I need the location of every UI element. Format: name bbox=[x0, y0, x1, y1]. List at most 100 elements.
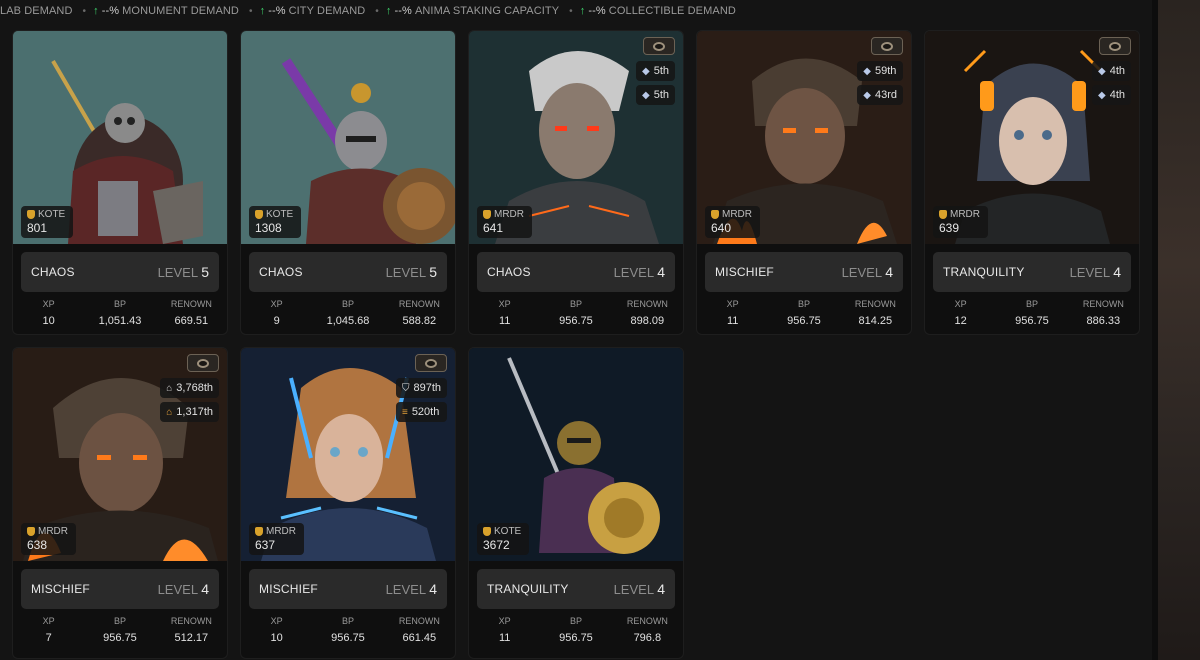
character-portrait: ◆ 4th ◆ 4th MRDR 639 bbox=[925, 31, 1139, 244]
arrow-up-icon: ↑ bbox=[93, 5, 99, 17]
demand-lab: LAB DEMAND bbox=[0, 5, 73, 17]
bp-header: BP bbox=[341, 616, 354, 626]
rank-badge: ⛉ 897th bbox=[395, 378, 447, 398]
token-id: 3672 bbox=[483, 538, 510, 552]
level-indicator: LEVEL 4 bbox=[158, 581, 209, 597]
character-card[interactable]: ◆ 4th ◆ 4th MRDR 639 TRANQUILITY LEVEL 4 X… bbox=[924, 30, 1140, 335]
rank-list: ⌂ 3,768th ⌂ 1,317th bbox=[160, 378, 219, 422]
stats-row: XP 11 BP 956.75 RENOWN 796.8 bbox=[469, 616, 683, 644]
level-word: LEVEL bbox=[157, 582, 198, 597]
gem-icon: ◆ bbox=[863, 89, 871, 101]
renown-header: RENOWN bbox=[1082, 299, 1124, 309]
level-number: 4 bbox=[1113, 264, 1121, 280]
stats-row: XP 9 BP 1,045.68 RENOWN 588.82 bbox=[241, 299, 455, 327]
bp-header: BP bbox=[341, 299, 354, 309]
faction-name: MISCHIEF bbox=[259, 582, 318, 596]
token-badge: MRDR 638 bbox=[21, 523, 76, 555]
bp-value: 956.75 bbox=[559, 315, 593, 327]
separator-dot: • bbox=[248, 5, 253, 17]
renown-value: 512.17 bbox=[174, 632, 209, 644]
token-id: 638 bbox=[27, 538, 48, 552]
token-id: 1308 bbox=[255, 221, 282, 235]
shield-icon bbox=[711, 210, 719, 219]
renown-value: 886.33 bbox=[1086, 315, 1121, 327]
renown-header: RENOWN bbox=[398, 616, 440, 626]
rank-text: 4th bbox=[1109, 89, 1125, 101]
bp-value: 956.75 bbox=[331, 632, 365, 644]
character-portrait: KOTE 801 bbox=[13, 31, 227, 244]
rank-list: ◆ 4th ◆ 4th bbox=[1092, 61, 1131, 105]
demand-label: COLLECTIBLE DEMAND bbox=[608, 5, 736, 17]
gem-icon: ◆ bbox=[1098, 65, 1106, 77]
level-bar: MISCHIEF LEVEL 4 bbox=[705, 252, 903, 292]
level-number: 4 bbox=[429, 581, 437, 597]
xp-header: XP bbox=[270, 616, 283, 626]
character-grid: KOTE 801 CHAOS LEVEL 5 XP 10 BP 1,051.43 R… bbox=[12, 30, 1140, 659]
stats-row: XP 12 BP 956.75 RENOWN 886.33 bbox=[925, 299, 1139, 327]
bp-value: 956.75 bbox=[1015, 315, 1049, 327]
demand-city: • ↑ --% CITY DEMAND bbox=[249, 5, 365, 17]
camera-icon[interactable] bbox=[871, 37, 903, 55]
token-id: 640 bbox=[711, 221, 732, 235]
faction-name: MISCHIEF bbox=[31, 582, 90, 596]
gem-icon: ◆ bbox=[863, 65, 871, 77]
level-word: LEVEL bbox=[1069, 265, 1110, 280]
character-card[interactable]: ◆ 59th ◆ 43rd MRDR 640 MISCHIEF LEVEL 4 XP… bbox=[696, 30, 912, 335]
demand-label: LAB DEMAND bbox=[0, 5, 73, 17]
character-card[interactable]: ⛉ 897th ≡ 520th MRDR 637 MISCHIEF LEVEL 4 … bbox=[240, 347, 456, 659]
gem-icon: ◆ bbox=[642, 89, 650, 101]
character-card[interactable]: KOTE 801 CHAOS LEVEL 5 XP 10 BP 1,051.43 R… bbox=[12, 30, 228, 335]
camera-icon[interactable] bbox=[415, 354, 447, 372]
character-card[interactable]: ⌂ 3,768th ⌂ 1,317th MRDR 638 MISCHIEF LEVE… bbox=[12, 347, 228, 659]
character-card[interactable]: ◆ 5th ◆ 5th MRDR 641 CHAOS LEVEL 4 XP 11 BP… bbox=[468, 30, 684, 335]
rank-text: 43rd bbox=[874, 89, 897, 101]
character-card[interactable]: KOTE 3672 TRANQUILITY LEVEL 4 XP 11 BP 956… bbox=[468, 347, 684, 659]
bp-value: 956.75 bbox=[103, 632, 137, 644]
renown-value: 796.8 bbox=[633, 632, 662, 644]
arrow-up-icon: ↑ bbox=[579, 5, 586, 17]
demand-label: ANIMA STAKING CAPACITY bbox=[414, 5, 560, 17]
rank-text: 520th bbox=[411, 406, 440, 418]
demand-value: --% bbox=[394, 5, 412, 17]
camera-icon[interactable] bbox=[643, 37, 675, 55]
rank-text: 59th bbox=[874, 65, 897, 77]
level-bar: CHAOS LEVEL 4 bbox=[477, 252, 675, 292]
level-bar: TRANQUILITY LEVEL 4 bbox=[477, 569, 675, 609]
shield-icon bbox=[483, 210, 491, 219]
character-portrait: ◆ 59th ◆ 43rd MRDR 640 bbox=[697, 31, 911, 244]
character-portrait: ⌂ 3,768th ⌂ 1,317th MRDR 638 bbox=[13, 348, 227, 561]
token-badge: MRDR 641 bbox=[477, 206, 532, 238]
camera-icon[interactable] bbox=[1099, 37, 1131, 55]
token-symbol: MRDR bbox=[494, 209, 524, 220]
house-orange-icon: ⌂ bbox=[166, 406, 173, 418]
token-id: 641 bbox=[483, 221, 504, 235]
demand-label: MONUMENT DEMAND bbox=[122, 5, 239, 17]
xp-header: XP bbox=[498, 616, 511, 626]
xp-value: 11 bbox=[498, 315, 511, 327]
shield-icon bbox=[255, 527, 263, 536]
stats-row: XP 10 BP 1,051.43 RENOWN 669.51 bbox=[13, 299, 227, 327]
rank-list: ⛉ 897th ≡ 520th bbox=[395, 378, 447, 422]
bp-value: 1,051.43 bbox=[98, 315, 142, 327]
xp-value: 10 bbox=[270, 632, 283, 644]
separator-dot: • bbox=[375, 5, 379, 17]
character-card[interactable]: KOTE 1308 CHAOS LEVEL 5 XP 9 BP 1,045.68 R… bbox=[240, 30, 456, 335]
token-badge: MRDR 639 bbox=[933, 206, 988, 238]
background-scenery bbox=[1152, 0, 1200, 660]
xp-header: XP bbox=[726, 299, 739, 309]
rank-badge: ⌂ 1,317th bbox=[160, 402, 219, 422]
token-symbol: MRDR bbox=[266, 526, 296, 537]
camera-icon[interactable] bbox=[187, 354, 219, 372]
rank-list: ◆ 59th ◆ 43rd bbox=[857, 61, 903, 105]
level-word: LEVEL bbox=[157, 265, 198, 280]
bp-header: BP bbox=[797, 299, 810, 309]
shield-icon bbox=[939, 210, 947, 219]
faction-name: MISCHIEF bbox=[715, 265, 774, 279]
renown-header: RENOWN bbox=[626, 299, 668, 309]
level-number: 4 bbox=[885, 264, 893, 280]
bars-icon: ≡ bbox=[401, 406, 408, 418]
token-symbol: MRDR bbox=[38, 526, 68, 537]
level-word: LEVEL bbox=[613, 582, 654, 597]
rank-badge: ◆ 4th bbox=[1092, 85, 1131, 105]
arrow-up-icon: ↑ bbox=[259, 5, 266, 17]
